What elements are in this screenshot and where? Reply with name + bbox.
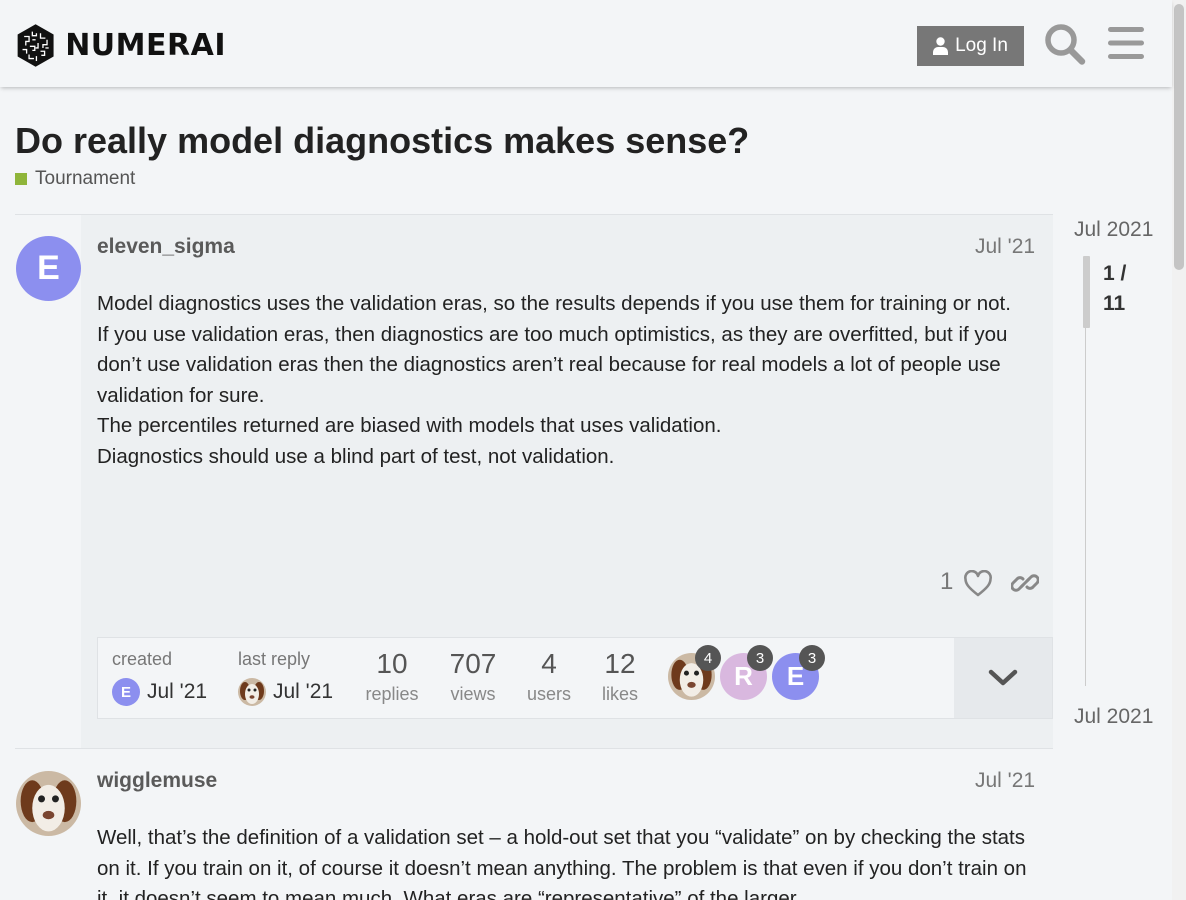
numerai-logo-mark [17, 23, 54, 67]
post-2-avatar[interactable] [16, 771, 81, 836]
created-avatar[interactable]: E [112, 678, 140, 706]
brand-name: NUMERAI [65, 27, 226, 63]
post-2-date[interactable]: Jul '21 [975, 769, 1035, 793]
likes-count: 12 [604, 648, 636, 679]
post-divider [15, 748, 1053, 749]
dog-avatar-image [238, 678, 266, 706]
avatar-letter: E [120, 683, 131, 701]
category-color-square [15, 173, 27, 185]
last-reply-avatar[interactable] [238, 678, 266, 706]
post-2-username[interactable]: wigglemuse [97, 769, 217, 793]
hamburger-menu-icon [1108, 27, 1144, 59]
timeline-end-date[interactable]: Jul 2021 [1074, 705, 1153, 729]
topic-map: created E Jul '21 last reply Jul '21 10 … [97, 637, 1053, 719]
timeline-start-date[interactable]: Jul 2021 [1074, 218, 1153, 242]
last-reply-label: last reply [238, 649, 311, 669]
last-reply-date[interactable]: Jul '21 [273, 680, 333, 704]
timeline-position: 1 / 11 [1103, 259, 1126, 319]
topic-title[interactable]: Do really model diagnostics makes sense? [15, 120, 749, 162]
category-badge[interactable]: Tournament [15, 168, 135, 190]
replies-label: replies [365, 684, 419, 704]
chevron-down-icon [988, 669, 1018, 686]
post-1-username[interactable]: eleven_sigma [97, 235, 235, 259]
replies-count: 10 [376, 648, 408, 679]
log-in-button[interactable]: Log In [917, 26, 1024, 66]
timeline-current: 1 / [1103, 262, 1127, 285]
scrollbar-thumb[interactable] [1174, 4, 1184, 270]
page-scrollbar[interactable] [1172, 0, 1186, 900]
participant-post-count: 3 [747, 645, 773, 671]
participant-post-count: 4 [695, 645, 721, 671]
post-1-like-count[interactable]: 1 [940, 568, 953, 596]
search-icon [1045, 24, 1086, 65]
site-header: NUMERAI Log In [0, 0, 1172, 87]
post-1-paragraph: The percentiles returned are biased with… [97, 414, 722, 437]
post-1-date[interactable]: Jul '21 [975, 235, 1035, 259]
created-label: created [112, 649, 173, 669]
likes-label: likes [601, 684, 638, 704]
log-in-label: Log In [955, 35, 1008, 56]
created-date[interactable]: Jul '21 [147, 680, 207, 704]
dog-avatar-image [16, 771, 81, 836]
post-1-paragraph: Diagnostics should use a blind part of t… [97, 444, 615, 468]
heart-icon [964, 569, 992, 597]
post-2-paragraph: Well, that’s the definition of a validat… [97, 826, 1027, 900]
timeline-handle[interactable] [1083, 256, 1090, 328]
numerai-logo[interactable]: NUMERAI [16, 18, 226, 72]
post-1-paragraph: If you use validation eras, then diagnos… [97, 322, 1008, 407]
timeline-total: 11 [1103, 292, 1126, 315]
user-icon [933, 37, 949, 55]
share-link-button[interactable] [1010, 569, 1040, 597]
post-1-paragraph: Model diagnostics uses the validation er… [97, 292, 1011, 315]
category-name: Tournament [35, 168, 136, 189]
hamburger-menu-button[interactable] [1106, 20, 1146, 66]
post-1-avatar[interactable]: E [16, 236, 81, 301]
participant-post-count: 3 [799, 645, 825, 671]
post-2-body: Well, that’s the definition of a validat… [97, 823, 1037, 900]
link-icon [1010, 574, 1040, 592]
expand-topic-map-button[interactable] [954, 638, 1052, 718]
like-button[interactable] [963, 569, 993, 598]
post-1-body: Model diagnostics uses the validation er… [97, 289, 1037, 472]
avatar-letter: E [37, 249, 60, 287]
search-button[interactable] [1044, 20, 1086, 66]
